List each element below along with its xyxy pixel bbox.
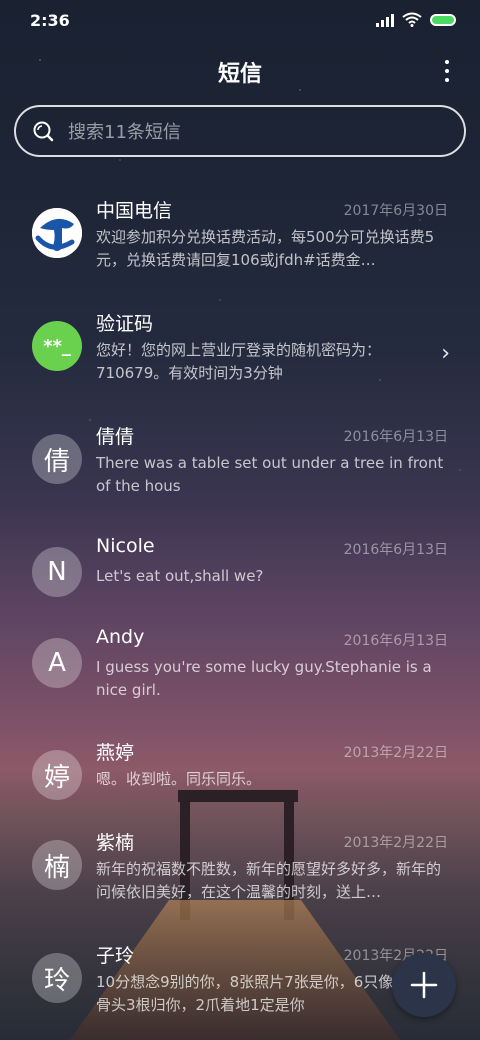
message-date: 2013年2月22日 <box>343 835 448 851</box>
message-preview: 您好！您的网上营业厅登录的随机密码为：710679。有效时间为3分钟 <box>96 341 382 382</box>
sender-name: 验证码 <box>96 313 154 335</box>
sender-name: 倩倩 <box>96 426 135 448</box>
more-options-icon[interactable] <box>444 60 450 82</box>
message-preview: Let's eat out,shall we? <box>96 567 264 585</box>
message-date: 2013年2月22日 <box>343 745 448 761</box>
wifi-icon <box>402 12 422 27</box>
new-message-button[interactable] <box>392 953 456 1017</box>
message-preview: 欢迎参加积分兑换话费活动，每500分可兑换话费5元，兑换话费请回复106或jfd… <box>96 228 435 269</box>
header: 短信 <box>0 48 480 92</box>
page-title: 短信 <box>217 62 262 87</box>
sender-name: 燕婷 <box>96 742 135 764</box>
sender-name: Nicole <box>96 535 155 557</box>
search-placeholder: 搜索11条短信 <box>68 122 181 143</box>
message-item[interactable]: **_ 验证码 您好！您的网上营业厅登录的随机密码为：710679。有效时间为3… <box>0 303 480 403</box>
sender-name: 紫楠 <box>96 832 135 854</box>
signal-icon <box>376 13 394 27</box>
avatar: 倩 <box>32 434 82 484</box>
search-bar[interactable]: 搜索11条短信 <box>14 105 466 157</box>
message-date: 2016年6月13日 <box>343 429 448 445</box>
message-date: 2016年6月13日 <box>343 542 448 558</box>
avatar: 玲 <box>32 953 82 1003</box>
message-preview: I guess you're some lucky guy.Stephanie … <box>96 658 432 699</box>
chevron-right-icon[interactable]: › <box>441 341 450 366</box>
message-item[interactable]: A Andy 2016年6月13日 I guess you're some lu… <box>0 620 480 720</box>
sender-name: Andy <box>96 626 145 648</box>
avatar: N <box>32 547 82 597</box>
message-date: 2017年6月30日 <box>343 203 448 219</box>
battery-icon <box>430 13 456 26</box>
sender-name: 子玲 <box>96 945 135 967</box>
verification-code-avatar: **_ <box>32 321 82 371</box>
telecom-logo-icon <box>32 208 82 258</box>
message-item[interactable]: 婷 燕婷 2013年2月22日 嗯。收到啦。同乐同乐。 <box>0 732 480 832</box>
message-date: 2016年6月13日 <box>343 633 448 649</box>
message-item[interactable]: 楠 紫楠 2013年2月22日 新年的祝福数不胜数，新年的愿望好多好多，新年的问… <box>0 822 480 922</box>
status-bar: 2:36 <box>0 0 480 42</box>
search-icon <box>33 121 54 142</box>
message-item[interactable]: 中国电信 2017年6月30日 欢迎参加积分兑换话费活动，每500分可兑换话费5… <box>0 190 480 290</box>
status-time: 2:36 <box>30 11 70 30</box>
status-icons <box>376 12 456 27</box>
avatar: 婷 <box>32 750 82 800</box>
message-item[interactable]: 倩 倩倩 2016年6月13日 There was a table set ou… <box>0 416 480 516</box>
avatar: 楠 <box>32 840 82 890</box>
plus-icon <box>410 971 438 999</box>
avatar: A <box>32 638 82 688</box>
message-item[interactable]: N Nicole 2016年6月13日 Let's eat out,shall … <box>0 529 480 629</box>
sender-name: 中国电信 <box>96 200 173 222</box>
message-preview: 新年的祝福数不胜数，新年的愿望好多好多，新年的问候依旧美好，在这个温馨的时刻，送… <box>96 860 442 901</box>
message-preview: 嗯。收到啦。同乐同乐。 <box>96 770 262 788</box>
message-preview: There was a table set out under a tree i… <box>96 454 444 495</box>
